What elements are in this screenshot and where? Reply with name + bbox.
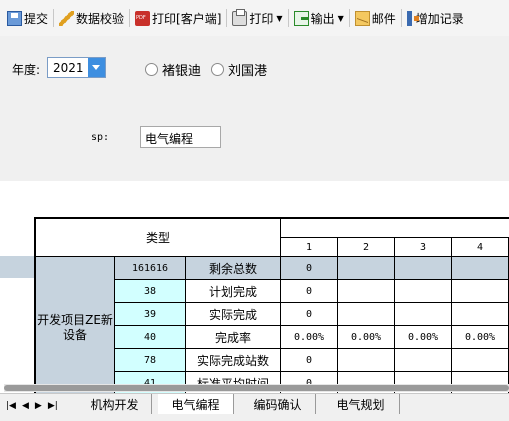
column-header-band: [281, 219, 509, 238]
horizontal-scrollbar[interactable]: [4, 384, 509, 392]
sp-label: sp:: [91, 132, 110, 143]
radio-circle-icon: [145, 63, 158, 76]
type-header: 类型: [36, 219, 281, 257]
toolbar: 提交 数据校验 打印[客户端] 打印▼ 输出▼ 邮件 增加记录: [0, 0, 509, 36]
prev-sheet-icon[interactable]: ◀: [22, 401, 29, 411]
toolbar-divider: [348, 9, 350, 27]
pdf-icon: [135, 10, 151, 26]
table-cell[interactable]: [338, 303, 395, 326]
table-cell[interactable]: [395, 280, 452, 303]
row-code: 39: [115, 303, 186, 326]
row-name: 实际完成: [186, 303, 281, 326]
first-sheet-icon[interactable]: |◀: [6, 401, 16, 411]
submit-button[interactable]: 提交: [4, 7, 51, 29]
column-header: 4: [452, 238, 509, 257]
table-cell[interactable]: [338, 349, 395, 372]
chevron-down-icon: ▼: [337, 13, 344, 23]
dropdown-arrow-icon[interactable]: [88, 58, 105, 77]
radio-option-2[interactable]: 刘国港: [211, 60, 267, 79]
table-cell[interactable]: [452, 257, 509, 280]
export-button[interactable]: 输出 ▼: [291, 7, 347, 29]
table-cell[interactable]: [452, 349, 509, 372]
table-cell[interactable]: 0.00%: [452, 326, 509, 349]
table-cell[interactable]: [452, 280, 509, 303]
radio-label-2: 刘国港: [228, 64, 268, 79]
row-name: 实际完成站数: [186, 349, 281, 372]
table-cell[interactable]: [395, 257, 452, 280]
table-cell[interactable]: [395, 303, 452, 326]
sheet-nav: |◀ ◀ ▶ ▶|: [6, 401, 58, 411]
print-label: 打印: [249, 11, 274, 26]
table-cell[interactable]: [452, 303, 509, 326]
table-cell[interactable]: 0: [281, 257, 338, 280]
row-highlight-band: [0, 256, 34, 278]
column-header: 1: [281, 238, 338, 257]
radio-label-1: 褚银迪: [162, 64, 202, 79]
sheet-tab[interactable]: 机构开发: [78, 394, 152, 414]
group-label: 开发项目ZE新设备: [36, 257, 115, 394]
row-code: 40: [115, 326, 186, 349]
sp-input[interactable]: 电气编程: [140, 126, 221, 148]
year-label: 年度:: [12, 63, 41, 77]
table-cell[interactable]: [395, 349, 452, 372]
table-cell[interactable]: 0.00%: [338, 326, 395, 349]
toolbar-divider: [226, 9, 228, 27]
filter-form: 年度: 2021 褚银迪 刘国港 sp: 电气编程: [0, 36, 509, 181]
table-cell[interactable]: 0.00%: [395, 326, 452, 349]
column-header: 2: [338, 238, 395, 257]
row-name: 完成率: [186, 326, 281, 349]
year-select[interactable]: 2021: [47, 57, 106, 78]
table-cell[interactable]: [338, 257, 395, 280]
sheet-tab[interactable]: 电气编程: [158, 394, 234, 414]
chevron-down-icon: ▼: [276, 13, 283, 23]
export-icon: [293, 10, 309, 26]
row-name: 剩余总数: [186, 257, 281, 280]
grid-frame: 类型 开发项目ZE新设备 1 2 3 4 161616 剩余总数 0 38 计划完成 0 39 实际完…: [34, 217, 509, 394]
row-code: 78: [115, 349, 186, 372]
toolbar-divider: [287, 9, 289, 27]
check-icon: [59, 10, 75, 26]
export-label: 输出: [310, 11, 335, 26]
table-cell[interactable]: 0.00%: [281, 326, 338, 349]
row-code: 161616: [115, 257, 186, 280]
toolbar-divider: [129, 9, 131, 27]
print-client-button[interactable]: 打印[客户端]: [132, 7, 224, 29]
column-header: 3: [395, 238, 452, 257]
table-cell[interactable]: [338, 280, 395, 303]
scrollbar-thumb[interactable]: [4, 385, 509, 391]
next-sheet-icon[interactable]: ▶: [35, 401, 42, 411]
mail-button[interactable]: 邮件: [352, 7, 399, 29]
radio-circle-icon: [211, 63, 224, 76]
sheet-tab[interactable]: 电气规划: [322, 394, 400, 414]
data-validate-label: 数据校验: [76, 11, 125, 26]
printer-icon: [232, 8, 248, 26]
year-value: 2021: [53, 61, 84, 75]
sheet-tab[interactable]: 编码确认: [240, 394, 316, 414]
row-name: 计划完成: [186, 280, 281, 303]
last-sheet-icon[interactable]: ▶|: [48, 401, 58, 411]
table-cell[interactable]: 0: [281, 280, 338, 303]
print-button[interactable]: 打印 ▼: [229, 7, 285, 29]
row-code: 38: [115, 280, 186, 303]
add-record-button[interactable]: 增加记录: [404, 7, 467, 29]
data-validate-button[interactable]: 数据校验: [56, 7, 127, 29]
report-grid: 类型 开发项目ZE新设备 1 2 3 4 161616 剩余总数 0 38 计划完成 0 39 实际完…: [0, 181, 509, 394]
add-record-icon: [406, 10, 419, 26]
mail-icon: [354, 10, 370, 26]
toolbar-divider: [400, 9, 402, 27]
table-cell[interactable]: 0: [281, 349, 338, 372]
radio-option-1[interactable]: 褚银迪: [145, 60, 201, 79]
add-record-label: 增加记录: [415, 11, 464, 26]
toolbar-divider: [53, 9, 55, 27]
mail-label: 邮件: [371, 11, 396, 26]
print-client-label: 打印[客户端]: [152, 11, 222, 26]
save-icon: [7, 10, 22, 26]
sheet-tab-bar: |◀ ◀ ▶ ▶| 机构开发 电气编程 编码确认 电气规划: [0, 393, 509, 421]
table-cell[interactable]: 0: [281, 303, 338, 326]
submit-label: 提交: [24, 11, 49, 26]
